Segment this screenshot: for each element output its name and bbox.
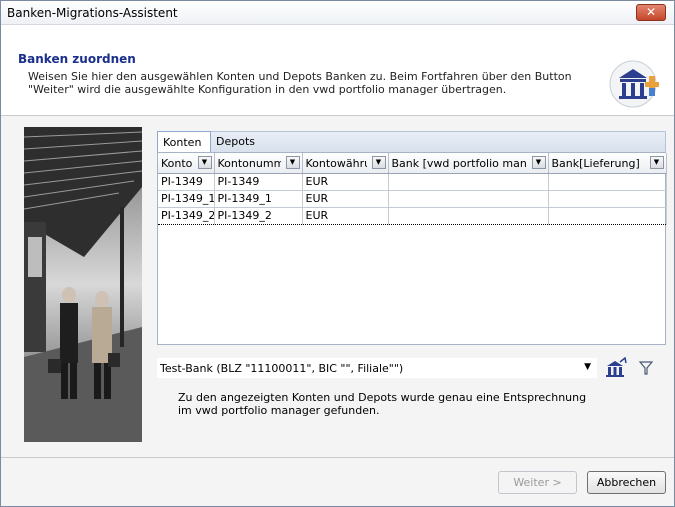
tab-depots[interactable]: Depots xyxy=(211,131,257,153)
column-filter-icon[interactable]: ▼ xyxy=(371,156,386,169)
column-header-konto[interactable]: Konto ▼ xyxy=(158,153,215,174)
match-message-line: Zu den angezeigten Konten und Depots wur… xyxy=(178,391,587,404)
table-cell[interactable]: EUR xyxy=(302,190,389,208)
table-header-row: Konto▼ Kontonumme▼ Kontowährur▼ Bank [vw… xyxy=(158,153,667,174)
filter-icon[interactable] xyxy=(638,359,654,377)
table-cell[interactable] xyxy=(548,190,667,208)
page-description: Weisen Sie hier den ausgewählen Konten u… xyxy=(28,70,572,96)
column-filter-icon[interactable]: ▼ xyxy=(531,156,546,169)
bank-logo-icon xyxy=(609,60,659,108)
table-cell[interactable]: PI-1349_1 xyxy=(158,190,215,208)
table-cell[interactable] xyxy=(388,173,549,191)
tab-konten[interactable]: Konten xyxy=(157,131,211,153)
next-button[interactable]: Weiter > xyxy=(498,471,577,494)
table-cell[interactable]: PI-1349_2 xyxy=(214,206,303,225)
column-filter-icon[interactable]: ▼ xyxy=(285,156,300,169)
table-cell[interactable] xyxy=(548,206,667,225)
table-cell[interactable]: EUR xyxy=(302,206,389,225)
close-button[interactable]: ✕ xyxy=(636,4,666,21)
column-header-bank-lieferung[interactable]: Bank[Lieferung] ▼ xyxy=(548,153,667,174)
wizard-window: Banken-Migrations-Assistent ✕ Banken zuo… xyxy=(0,0,675,507)
cancel-button[interactable]: Abbrechen xyxy=(587,471,666,494)
table-row[interactable]: PI-1349 PI-1349 EUR xyxy=(158,173,667,191)
add-bank-icon[interactable] xyxy=(605,357,627,379)
table-cell[interactable]: PI-1349_2 xyxy=(158,206,215,225)
header-panel: Banken zuordnen Weisen Sie hier den ausg… xyxy=(1,26,674,116)
table-row-selected[interactable]: PI-1349_2 PI-1349_2 EUR xyxy=(158,206,667,225)
train-station-photo xyxy=(24,127,142,442)
column-header-bank-vwd[interactable]: Bank [vwd portfolio manag ▼ xyxy=(388,153,549,174)
bank-dropdown[interactable]: Test-Bank (BLZ "11100011", BIC "", Filia… xyxy=(157,358,597,378)
table-cell[interactable]: EUR xyxy=(302,173,389,191)
column-header-kontowaehrung[interactable]: Kontowährur▼ xyxy=(302,153,389,174)
table-cell[interactable]: PI-1349 xyxy=(214,173,303,191)
dropdown-arrow-icon[interactable]: ▼ xyxy=(584,362,591,372)
page-title: Banken zuordnen xyxy=(18,52,136,66)
match-message-line: im vwd portfolio manager gefunden. xyxy=(178,404,380,417)
table-cell[interactable] xyxy=(388,190,549,208)
title-bar[interactable]: Banken-Migrations-Assistent ✕ xyxy=(1,1,674,25)
table-cell[interactable]: PI-1349 xyxy=(158,173,215,191)
column-header-kontonummer[interactable]: Kontonumme▼ xyxy=(214,153,303,174)
match-message: Zu den angezeigten Konten und Depots wur… xyxy=(178,391,608,417)
window-title: Banken-Migrations-Assistent xyxy=(7,6,178,20)
bank-dropdown-value: Test-Bank (BLZ "11100011", BIC "", Filia… xyxy=(160,362,404,375)
column-filter-icon[interactable]: ▼ xyxy=(649,156,664,169)
table-cell[interactable]: PI-1349_1 xyxy=(214,190,303,208)
table-row[interactable]: PI-1349_1 PI-1349_1 EUR xyxy=(158,190,667,208)
table-cell[interactable] xyxy=(548,173,667,191)
accounts-table: Konto▼ Kontonumme▼ Kontowährur▼ Bank [vw… xyxy=(157,152,667,345)
table-cell[interactable] xyxy=(388,206,549,225)
column-filter-icon[interactable]: ▼ xyxy=(197,156,212,169)
